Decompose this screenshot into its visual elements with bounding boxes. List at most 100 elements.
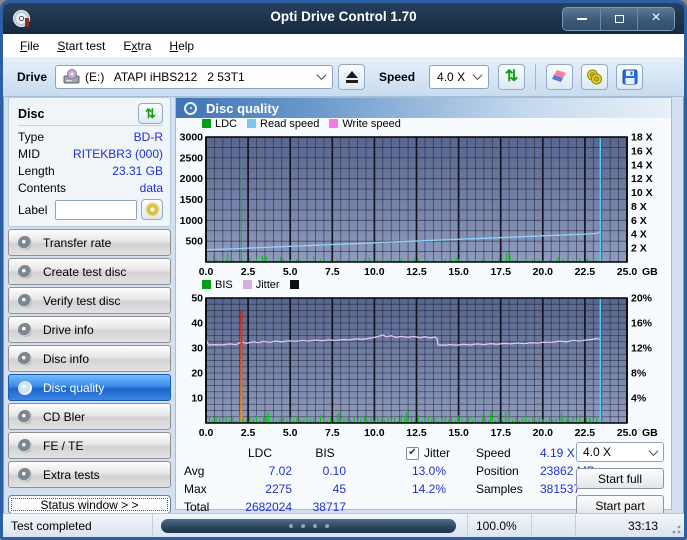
disc-icon	[18, 236, 32, 250]
test-controls: 4.0 X Start full Start part	[576, 442, 664, 516]
sidebar-item-disc-info[interactable]: Disc info	[8, 345, 171, 372]
status-bar: Test completed 100.0% 33:13	[3, 513, 684, 537]
sidebar-item-verify-test-disc[interactable]: Verify test disc	[8, 287, 171, 314]
svg-text:500: 500	[185, 236, 203, 248]
erase-disc-button[interactable]	[546, 64, 573, 90]
disc-icon	[18, 294, 32, 308]
minimize-button[interactable]	[563, 8, 600, 30]
svg-text:2 X: 2 X	[631, 243, 647, 255]
status-text: Test completed	[11, 519, 92, 533]
results-table: LDC BIS ✔ Jitter Avg 7.02 0.10 13.0% Max…	[178, 444, 452, 516]
svg-text:22.5: 22.5	[575, 266, 596, 278]
disc-field-contents: Contents data	[18, 180, 163, 197]
speed-value: 4.0 X	[437, 70, 470, 84]
ldc-column-header: LDC	[222, 444, 298, 462]
svg-text:16%: 16%	[631, 318, 653, 330]
toolbar-separator	[535, 64, 536, 90]
maximize-icon	[615, 15, 624, 23]
speed-info-label: Speed	[476, 444, 540, 462]
menu-file[interactable]: File	[11, 36, 48, 56]
bis-jitter-chart: 10203040504%8%12%16%20%0.02.55.07.510.01…	[176, 292, 671, 440]
bis-column-header: BIS	[298, 444, 352, 462]
sidebar-item-extra-tests[interactable]: Extra tests	[8, 461, 171, 488]
drive-label: Drive	[17, 70, 47, 84]
svg-text:3000: 3000	[180, 132, 204, 144]
label-input[interactable]	[55, 200, 137, 220]
svg-text:1500: 1500	[180, 194, 204, 206]
svg-text:12.5: 12.5	[406, 266, 427, 278]
svg-text:8%: 8%	[631, 368, 647, 380]
svg-text:20: 20	[191, 368, 203, 380]
progress-bar	[161, 519, 456, 533]
svg-text:17.5: 17.5	[490, 266, 511, 278]
disc-icon	[18, 323, 32, 337]
jitter-checkbox[interactable]: ✔	[406, 447, 419, 460]
save-button[interactable]	[616, 64, 643, 90]
svg-text:25.0: 25.0	[617, 266, 638, 278]
refresh-icon: ⇅	[505, 69, 518, 85]
drive-select[interactable]: (E:) ATAPI iHBS212 2 53T1	[55, 65, 333, 89]
svg-text:16 X: 16 X	[631, 145, 653, 157]
sidebar-item-fe-te[interactable]: FE / TE	[8, 432, 171, 459]
disc-refresh-button[interactable]: ⇅	[138, 103, 163, 124]
speed-label: Speed	[379, 70, 415, 84]
maximize-button[interactable]	[600, 8, 637, 30]
svg-text:7.5: 7.5	[325, 266, 340, 278]
label-field-caption: Label	[18, 203, 47, 217]
svg-text:2.5: 2.5	[241, 266, 256, 278]
svg-text:1000: 1000	[180, 215, 204, 227]
drive-value: (E:) ATAPI iHBS212 2 53T1	[85, 70, 314, 84]
svg-text:30: 30	[191, 343, 203, 355]
svg-text:10.0: 10.0	[364, 266, 385, 278]
svg-text:10: 10	[191, 393, 203, 405]
sidebar-item-cd-bler[interactable]: CD Bler	[8, 403, 171, 430]
disc-icon	[18, 410, 32, 424]
speed-select[interactable]: 4.0 X	[429, 65, 489, 89]
menu-bar: File Start test Extra Help	[3, 34, 684, 57]
sidebar-nav: Transfer rate Create test disc Verify te…	[8, 229, 171, 488]
svg-text:14 X: 14 X	[631, 159, 653, 171]
panel-title: Disc quality	[206, 101, 279, 116]
close-button[interactable]: ×	[637, 8, 674, 30]
window-controls: ×	[562, 7, 675, 31]
disc-info-panel: Disc ⇅ Type BD-R MID RITEKBR3 (000) Leng…	[8, 97, 171, 227]
eraser-icon	[551, 69, 568, 84]
eject-button[interactable]	[338, 64, 365, 90]
svg-text:10 X: 10 X	[631, 187, 653, 199]
menu-extra[interactable]: Extra	[114, 36, 160, 56]
svg-text:50: 50	[191, 293, 203, 305]
svg-text:7.5: 7.5	[325, 427, 340, 439]
svg-text:5.0: 5.0	[283, 266, 298, 278]
lock-drive-button[interactable]	[581, 64, 608, 90]
sidebar-item-disc-quality[interactable]: Disc quality	[8, 374, 171, 401]
write-label-button[interactable]	[141, 199, 163, 220]
position-info-label: Position	[476, 462, 540, 480]
quality-chart-legend: LDCRead speedWrite speed	[176, 118, 671, 131]
sidebar-item-drive-info[interactable]: Drive info	[8, 316, 171, 343]
svg-text:12%: 12%	[631, 343, 653, 355]
status-window-button[interactable]: Status window > >	[8, 495, 171, 514]
disc-quality-panel: Disc quality LDCRead speedWrite speed 50…	[175, 97, 672, 510]
sidebar-item-transfer-rate[interactable]: Transfer rate	[8, 229, 171, 256]
disc-icon	[18, 265, 32, 279]
resize-grip[interactable]	[671, 524, 681, 534]
svg-text:2.5: 2.5	[241, 427, 256, 439]
menu-start-test[interactable]: Start test	[48, 36, 114, 56]
svg-text:22.5: 22.5	[575, 427, 596, 439]
start-full-button[interactable]: Start full	[576, 468, 664, 489]
cd-icon	[145, 202, 160, 217]
svg-text:2000: 2000	[180, 173, 204, 185]
close-icon: ×	[651, 10, 660, 26]
test-speed-select[interactable]: 4.0 X	[576, 442, 664, 462]
save-icon	[622, 69, 638, 85]
svg-text:GB: GB	[642, 266, 658, 278]
eject-icon	[346, 71, 358, 78]
sidebar-item-create-test-disc[interactable]: Create test disc	[8, 258, 171, 285]
disc-field-type: Type BD-R	[18, 129, 163, 146]
progress-percent: 100.0%	[476, 519, 517, 533]
disc-field-length: Length 23.31 GB	[18, 163, 163, 180]
svg-text:20%: 20%	[631, 293, 653, 305]
menu-help[interactable]: Help	[160, 36, 203, 56]
svg-text:2500: 2500	[180, 152, 204, 164]
refresh-button[interactable]: ⇅	[498, 64, 525, 90]
